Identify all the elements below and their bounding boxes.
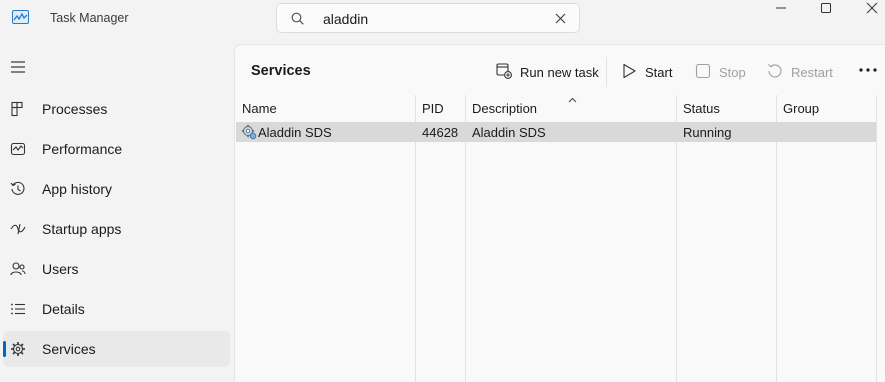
- run-new-task-icon: [496, 63, 512, 79]
- app-history-icon: [10, 181, 26, 197]
- clear-search-icon[interactable]: [555, 13, 566, 24]
- search-icon: [291, 12, 304, 25]
- restart-label: Restart: [791, 65, 833, 80]
- close-icon: [866, 2, 878, 14]
- column-divider: [876, 95, 877, 382]
- sidebar-item-label: Services: [42, 341, 96, 357]
- sidebar-item-label: Details: [42, 301, 85, 317]
- cell-name: Aladdin SDS: [258, 125, 332, 140]
- sidebar-item-startup-apps[interactable]: Startup apps: [3, 211, 230, 247]
- startup-apps-icon: [10, 221, 26, 237]
- performance-icon: [10, 141, 26, 157]
- search-input[interactable]: [323, 10, 543, 28]
- more-options-button[interactable]: [858, 67, 878, 73]
- close-button[interactable]: [848, 0, 885, 32]
- sidebar-item-label: Performance: [42, 141, 123, 157]
- toolbar-divider: [606, 57, 607, 87]
- cell-pid: 44628: [422, 125, 459, 140]
- sidebar-item-processes[interactable]: Processes: [3, 91, 230, 127]
- stop-icon: [695, 63, 711, 79]
- table-row[interactable]: Aladdin SDS 44628 Aladdin SDS Running: [236, 122, 876, 142]
- maximize-button[interactable]: [802, 0, 848, 32]
- hamburger-menu-button[interactable]: [10, 60, 26, 74]
- sidebar-item-app-history[interactable]: App history: [3, 171, 230, 207]
- column-header-status[interactable]: Status: [683, 101, 720, 116]
- sidebar-item-users[interactable]: Users: [3, 251, 230, 287]
- start-label: Start: [645, 65, 673, 80]
- service-gear-icon: [241, 124, 257, 140]
- app-title: Task Manager: [50, 11, 129, 25]
- table-header: Name PID Description Status Group: [235, 95, 885, 121]
- services-pane: Services Run new task Start Stop Restart…: [234, 44, 885, 382]
- services-icon: [10, 341, 26, 357]
- details-icon: [10, 301, 26, 317]
- column-header-description[interactable]: Description: [472, 101, 537, 116]
- cell-description: Aladdin SDS: [472, 125, 546, 140]
- search-box[interactable]: [276, 3, 580, 33]
- sidebar-item-performance[interactable]: Performance: [3, 131, 230, 167]
- stop-label: Stop: [719, 65, 746, 80]
- sidebar-item-details[interactable]: Details: [3, 291, 230, 327]
- column-header-name[interactable]: Name: [242, 101, 277, 116]
- minimize-icon: [776, 7, 786, 9]
- sidebar-item-label: Processes: [42, 101, 108, 117]
- page-title: Services: [251, 63, 311, 79]
- processes-icon: [10, 101, 26, 117]
- users-icon: [10, 261, 26, 277]
- sidebar-item-label: Users: [42, 261, 79, 277]
- minimize-button[interactable]: [757, 0, 803, 32]
- sort-ascending-icon: [568, 97, 577, 103]
- maximize-icon: [821, 3, 831, 13]
- hamburger-icon: [11, 61, 25, 73]
- more-icon: [859, 68, 877, 72]
- play-icon: [621, 63, 637, 79]
- sidebar-item-label: Startup apps: [42, 221, 122, 237]
- run-new-task-label: Run new task: [520, 65, 599, 80]
- column-header-group[interactable]: Group: [783, 101, 819, 116]
- title-bar: Task Manager: [0, 0, 885, 40]
- sidebar-item-services[interactable]: Services: [3, 331, 230, 367]
- column-header-pid[interactable]: PID: [422, 101, 444, 116]
- active-indicator: [3, 341, 6, 357]
- task-manager-icon: [12, 10, 29, 24]
- restart-icon: [767, 63, 783, 79]
- cell-status: Running: [683, 125, 732, 140]
- sidebar-item-label: App history: [42, 181, 113, 197]
